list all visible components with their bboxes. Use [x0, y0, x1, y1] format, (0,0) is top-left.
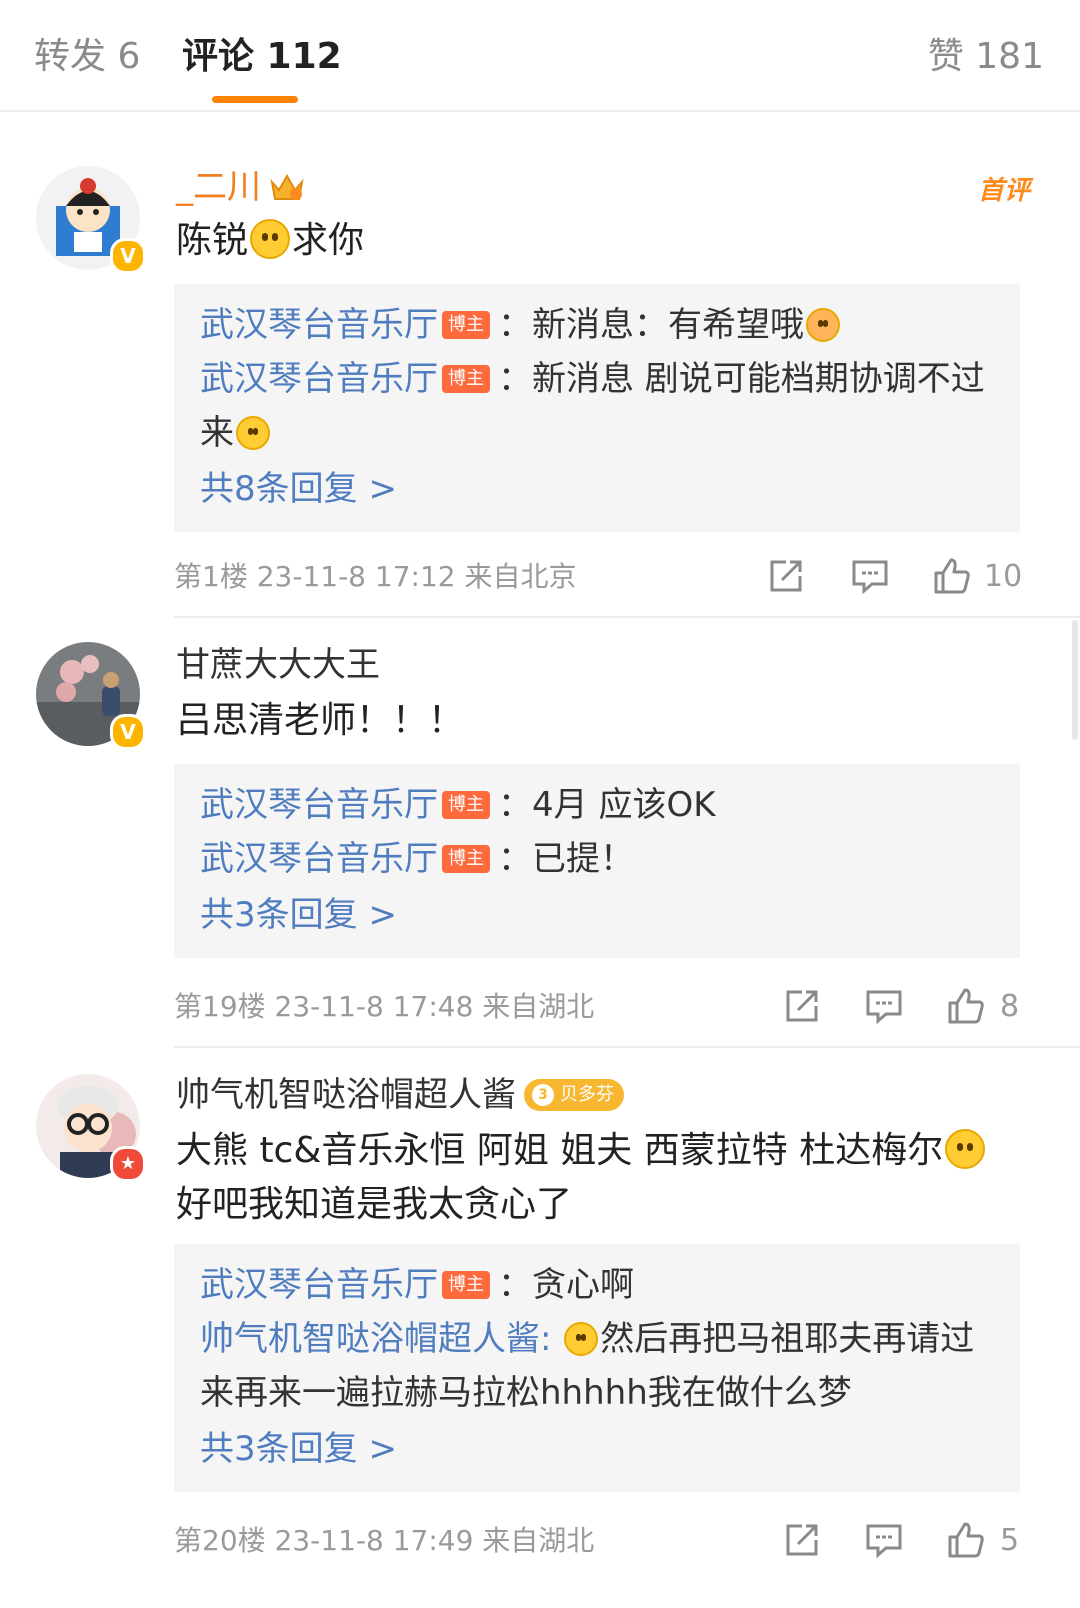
thumbs-up-icon[interactable] — [946, 1520, 986, 1560]
reply-icon[interactable] — [864, 1520, 904, 1560]
reply-item: 武汉琴台音乐厅 博主 ：新消息 剧说可能档期协调不过来 — [200, 359, 985, 453]
active-tab-indicator — [212, 96, 298, 103]
comment-text: 大熊 tc&音乐永恒 阿姐 姐夫 西蒙拉特 杜达梅尔 好吧我知道是我太贪心了 — [176, 1124, 1026, 1232]
verified-icon: V — [110, 714, 146, 750]
blogger-badge: 博主 — [442, 365, 490, 393]
blogger-badge: 博主 — [442, 311, 490, 339]
thumbs-up-icon[interactable] — [946, 986, 986, 1026]
reply-item: 武汉琴台音乐厅 博主 ：已提！ — [200, 839, 634, 879]
comment-username[interactable]: _二川 — [176, 164, 305, 210]
comment-meta-text: 第1楼 23-11-8 17:12 来自北京 — [174, 560, 577, 593]
share-icon[interactable] — [766, 556, 806, 596]
comment-tabs: 转发 6 评论 112 赞 181 — [0, 0, 1080, 112]
comment-meta-text: 第19楼 23-11-8 17:48 来自湖北 — [174, 990, 595, 1023]
verified-icon: V — [110, 238, 146, 274]
like-count: 5 — [1000, 1523, 1020, 1558]
thumbs-up-icon[interactable] — [932, 556, 972, 596]
reply-username[interactable]: 武汉琴台音乐厅 — [200, 785, 438, 825]
laugh-cry-emoji-icon — [945, 1129, 986, 1169]
scrollbar[interactable] — [1072, 620, 1078, 740]
view-all-replies-link[interactable]: 共3条回复 > — [200, 886, 996, 944]
sad-emoji-icon — [250, 219, 291, 259]
reply-preview[interactable]: 武汉琴台音乐厅 博主 ：4月 应该OK 武汉琴台音乐厅 博主 ：已提！ 共3条回复 > — [174, 764, 1020, 958]
tab-repost[interactable]: 转发 6 — [34, 32, 140, 82]
like-count: 8 — [1000, 989, 1020, 1024]
comment-divider — [174, 616, 1080, 618]
worried-emoji-icon — [236, 416, 270, 450]
reply-username[interactable]: 武汉琴台音乐厅 — [200, 839, 438, 879]
reply-username[interactable]: 帅气机智哒浴帽超人酱 — [200, 1319, 540, 1359]
shy-emoji-icon — [806, 308, 840, 342]
avatar[interactable]: ★ — [36, 1074, 146, 1182]
blogger-badge: 博主 — [442, 791, 490, 819]
comment-divider — [174, 1046, 1080, 1048]
comment-text: 陈锐 求你 — [176, 219, 365, 261]
reply-item: 武汉琴台音乐厅 博主 ：贪心啊 — [200, 1265, 634, 1305]
first-comment-badge: 首评 — [977, 176, 1030, 206]
blogger-badge: 博主 — [442, 1271, 490, 1299]
blogger-badge: 博主 — [442, 845, 490, 873]
crown-icon — [270, 173, 304, 200]
tab-likes[interactable]: 赞 181 — [928, 32, 1044, 82]
reply-username[interactable]: 武汉琴台音乐厅 — [200, 1265, 438, 1305]
reply-item: 武汉琴台音乐厅 博主 ：新消息：有希望哦 — [200, 298, 996, 352]
reply-icon[interactable] — [864, 986, 904, 1026]
reply-username[interactable]: 武汉琴台音乐厅 — [200, 305, 438, 345]
comment-username[interactable]: 帅气机智哒浴帽超人酱 3 贝多芬 — [176, 1072, 624, 1118]
share-icon[interactable] — [782, 986, 822, 1026]
reply-preview[interactable]: 武汉琴台音乐厅 博主 ：贪心啊 帅气机智哒浴帽超人酱: 然后再把马祖耶夫再请过来再来… — [174, 1244, 1020, 1492]
view-all-replies-link[interactable]: 共3条回复 > — [200, 1420, 996, 1478]
comment-meta: 第1楼 23-11-8 17:12 来自北京 10 — [174, 552, 1023, 602]
laugh-cry-emoji-icon — [564, 1322, 599, 1356]
comment-meta: 第20楼 23-11-8 17:49 来自湖北 5 — [174, 1516, 1020, 1566]
fan-badge: 3 贝多芬 — [524, 1079, 624, 1111]
vip-star-icon: ★ — [110, 1146, 146, 1182]
reply-item: 武汉琴台音乐厅 博主 ：4月 应该OK — [200, 785, 716, 825]
comment-text: 吕思清老师！！！ — [176, 700, 465, 741]
avatar[interactable]: V — [36, 166, 146, 274]
avatar[interactable]: V — [36, 642, 146, 750]
comment-meta: 第19楼 23-11-8 17:48 来自湖北 8 — [174, 982, 1020, 1032]
comment-username[interactable]: 甘蔗大大大王 — [176, 642, 380, 688]
reply-username[interactable]: 武汉琴台音乐厅 — [200, 359, 438, 399]
like-count: 10 — [984, 559, 1023, 594]
view-all-replies-link[interactable]: 共8条回复 > — [200, 460, 996, 518]
comment-meta-text: 第20楼 23-11-8 17:49 来自湖北 — [174, 1524, 595, 1557]
reply-preview[interactable]: 武汉琴台音乐厅 博主 ：新消息：有希望哦 武汉琴台音乐厅 博主 ：新消息 剧说可能档期协… — [174, 284, 1020, 532]
reply-icon[interactable] — [850, 556, 890, 596]
tab-comments[interactable]: 评论 112 — [182, 32, 342, 82]
share-icon[interactable] — [782, 1520, 822, 1560]
reply-item: 帅气机智哒浴帽超人酱: 然后再把马祖耶夫再请过来再来一遍拉赫马拉松hhhhh我在… — [200, 1319, 975, 1413]
